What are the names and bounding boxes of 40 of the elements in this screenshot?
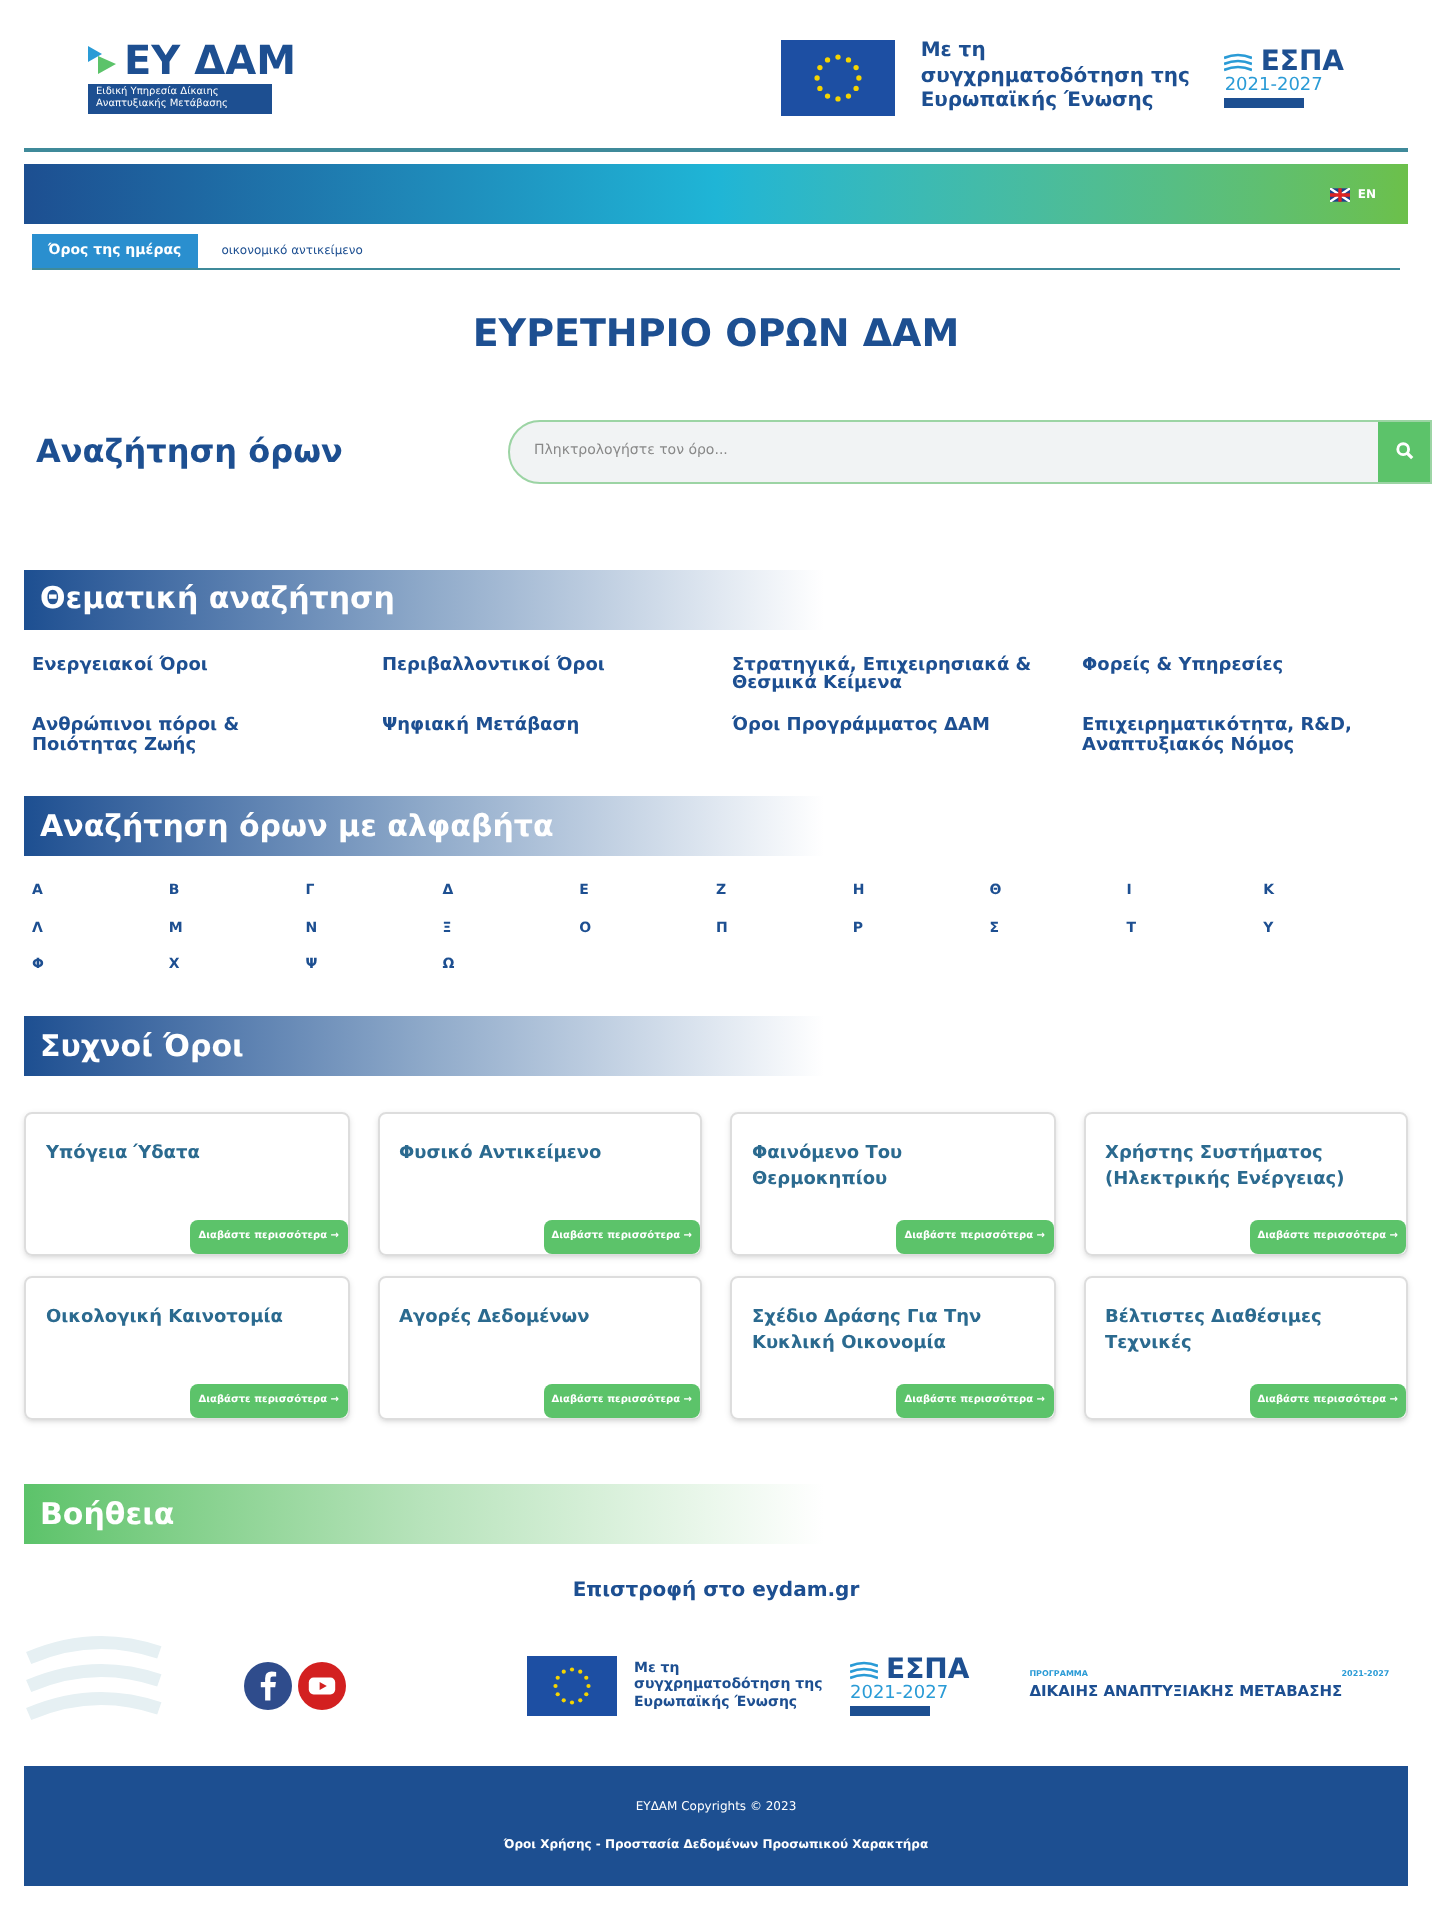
- espa-years: 2021-2027: [850, 1683, 949, 1706]
- espa-title: ΕΣΠΑ: [886, 1655, 970, 1684]
- section-title: Θεματική αναζήτηση: [40, 578, 395, 621]
- category-link[interactable]: Στρατηγικά, Επιχειρησιακά & Θεσμικά Κείμενα: [732, 657, 1050, 695]
- espa-ribbon: [850, 1705, 930, 1716]
- category-link[interactable]: Ψηφιακή Μετάβαση: [382, 718, 700, 757]
- eu-funding-text: Με τη συγχρηματοδότηση της Ευρωπαϊκής Ένωσης: [920, 40, 1192, 116]
- espa-ribbon: [1224, 98, 1305, 109]
- eu-flag-icon: [780, 40, 897, 116]
- term-title[interactable]: Φυσικό Αντικείμενο: [379, 1113, 700, 1169]
- category-link[interactable]: Φορείς & Υπηρεσίες: [1082, 657, 1400, 695]
- term-title[interactable]: Χρήστης Συστήματος (Ηλεκτρικής Ενέργειας): [1085, 1113, 1406, 1196]
- category-link[interactable]: Επιχειρηματικότητα, R&D, Αναπτυξιακός Νόμος: [1082, 718, 1400, 757]
- page-title: ΕΥΡΕΤΗΡΙΟ ΟΡΩΝ ΔΑΜ: [470, 310, 962, 360]
- eu-flag-icon: [526, 1655, 618, 1716]
- arrow-logo-icon: [88, 46, 116, 74]
- category-link[interactable]: Ενεργειακοί Όροι: [32, 657, 350, 695]
- category-link[interactable]: Όροι Προγράμματος ΔΑΜ: [732, 718, 1050, 757]
- espa-title: ΕΣΠΑ: [1260, 47, 1344, 76]
- espa-years: 2021-2027: [1224, 75, 1323, 99]
- term-title[interactable]: Βέλτιστες Διαθέσιμες Τεχνικές: [1085, 1277, 1406, 1360]
- uk-flag-icon: [1329, 187, 1350, 201]
- wave-icon: [1224, 51, 1253, 72]
- term-title[interactable]: Υπόγεια Ύδατα: [26, 1113, 347, 1169]
- search-icon: [1395, 442, 1413, 460]
- logo-text: ΕΥ ΔΑΜ: [124, 40, 296, 80]
- term-title[interactable]: Φαινόμενο Του Θερμοκηπίου: [732, 1113, 1053, 1196]
- section-title: Αναζήτηση όρων με αλφαβήτα: [40, 806, 554, 848]
- term-title[interactable]: Σχέδιο Δράσης Για Την Κυκλική Οικονομία: [732, 1277, 1053, 1360]
- search-title: Αναζήτηση όρων: [36, 429, 343, 473]
- category-link[interactable]: Περιβαλλοντικοί Όροι: [382, 657, 700, 695]
- facebook-icon[interactable]: [244, 1661, 292, 1710]
- term-title[interactable]: Αγορές Δεδομένων: [379, 1277, 700, 1333]
- section-title: Συχνοί Όροι: [40, 1025, 244, 1067]
- wave-icon: [850, 1659, 878, 1680]
- term-title[interactable]: Οικολογική Καινοτομία: [26, 1277, 347, 1333]
- youtube-icon[interactable]: [298, 1661, 346, 1710]
- section-title: Βοήθεια: [40, 1493, 175, 1535]
- return-link[interactable]: Επιστροφή στο eydam.gr: [572, 1575, 860, 1606]
- category-link[interactable]: Ανθρώπινοι πόροι & Ποιότητας Ζωής: [32, 718, 350, 757]
